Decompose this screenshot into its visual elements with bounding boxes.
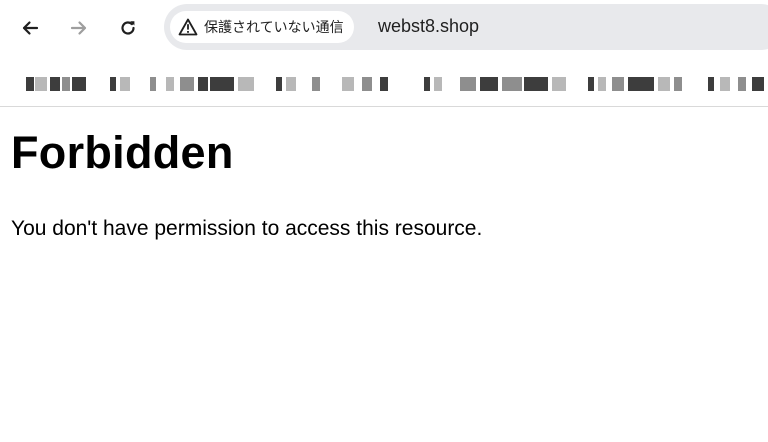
arrow-left-icon	[22, 21, 39, 35]
bookmark-item-obscured[interactable]	[110, 77, 260, 91]
bookmark-item-obscured[interactable]	[424, 77, 572, 91]
bookmarks-bar	[0, 66, 768, 102]
security-label: 保護されていない通信	[204, 19, 344, 35]
browser-chrome: 保護されていない通信 webst8.shop	[0, 0, 768, 107]
page-title: Forbidden	[11, 127, 234, 178]
warning-triangle-icon	[178, 18, 198, 36]
address-bar[interactable]: 保護されていない通信 webst8.shop	[164, 4, 768, 50]
bookmark-item-obscured[interactable]	[588, 77, 684, 91]
security-status-chip[interactable]: 保護されていない通信	[170, 11, 354, 43]
reload-icon	[121, 21, 135, 35]
bookmark-item-obscured[interactable]	[708, 77, 768, 91]
back-button[interactable]	[12, 10, 48, 46]
toolbar: 保護されていない通信 webst8.shop	[0, 0, 768, 56]
bookmark-item-obscured[interactable]	[276, 77, 400, 91]
reload-button[interactable]	[110, 10, 146, 46]
bookmark-item-obscured[interactable]	[26, 77, 88, 91]
arrow-right-icon	[70, 21, 87, 35]
page-content: Forbidden You don't have permission to a…	[0, 107, 768, 442]
forward-button[interactable]	[61, 10, 97, 46]
error-message: You don't have permission to access this…	[11, 217, 483, 240]
url-text[interactable]: webst8.shop	[378, 16, 479, 37]
